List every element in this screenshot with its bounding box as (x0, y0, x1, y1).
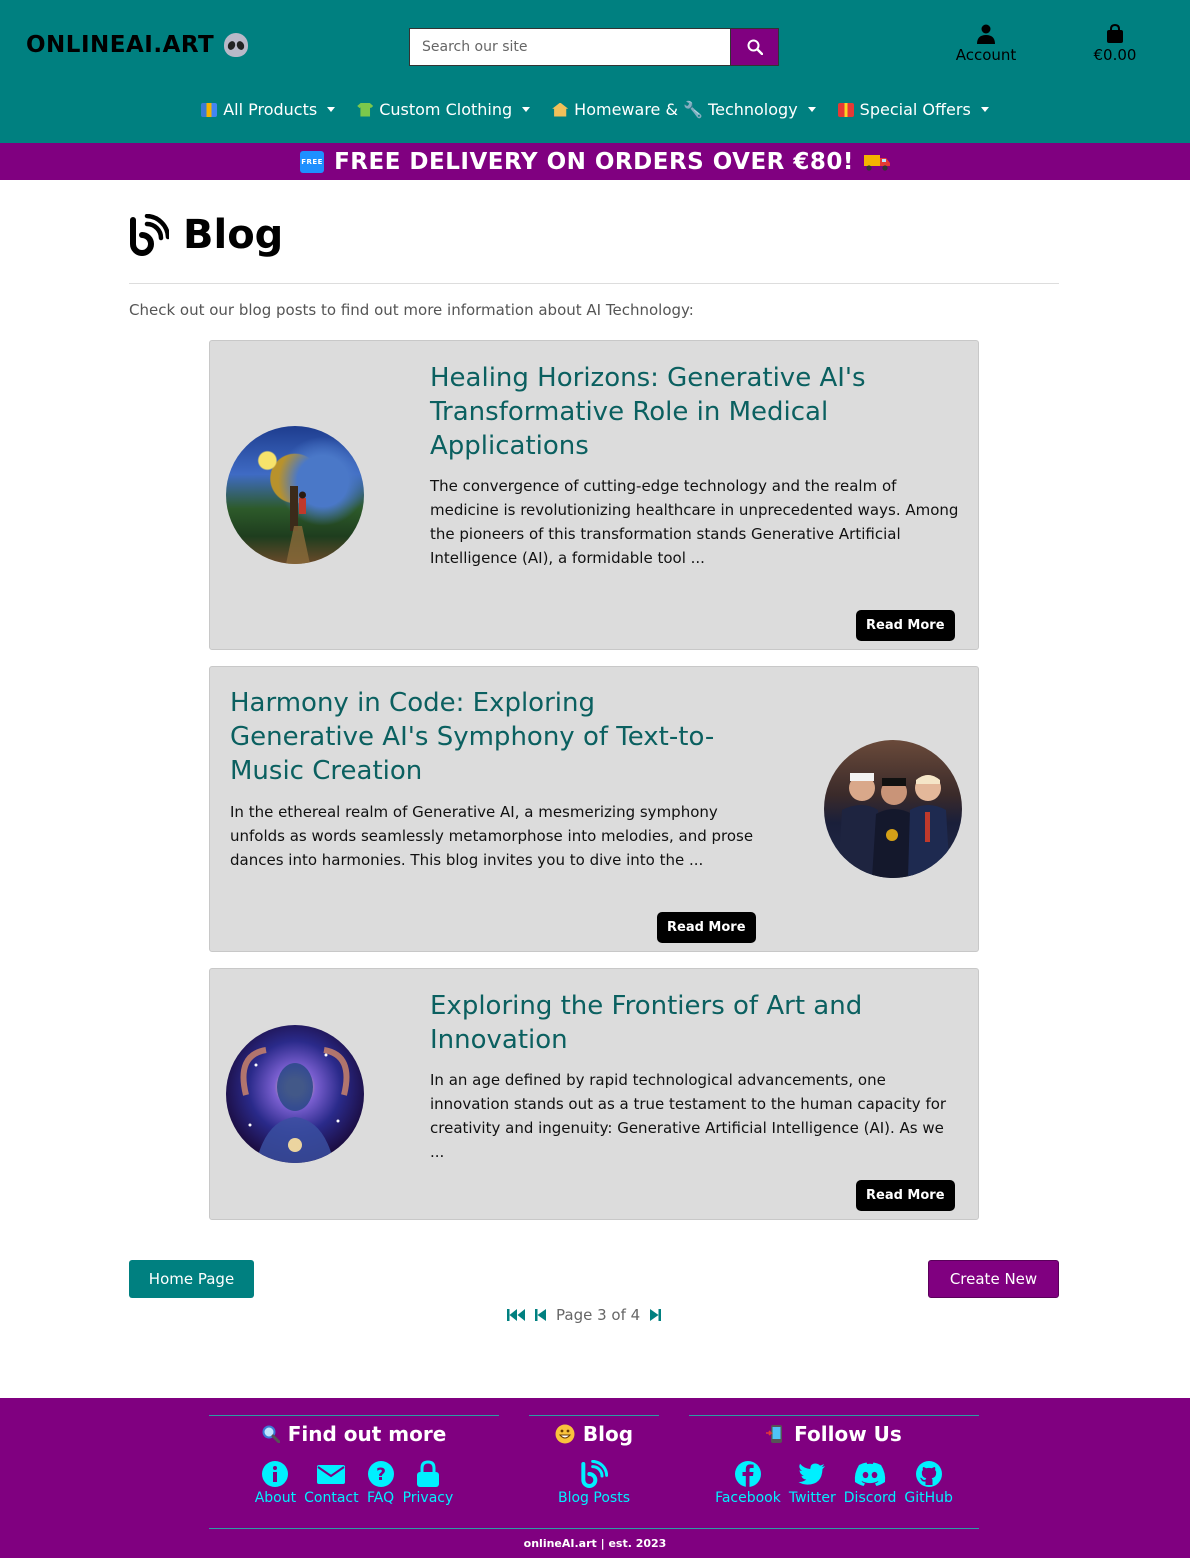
blog-post-card: Healing Horizons: Generative AI's Transf… (209, 340, 979, 650)
nav-item-homeware-technology[interactable]: Homeware & 🔧 Technology (552, 100, 816, 119)
books-icon (201, 102, 218, 117)
search-form (409, 28, 779, 66)
footer-link-twitter[interactable]: Twitter (785, 1460, 840, 1506)
post-excerpt: The convergence of cutting-edge technolo… (430, 477, 959, 567)
mobile-phone-icon (766, 1425, 783, 1443)
footer-link-about[interactable]: About (251, 1460, 300, 1506)
nav-item-label: Homeware & 🔧 Technology (574, 100, 798, 119)
twitter-icon (798, 1463, 826, 1485)
blog-icon (130, 214, 169, 256)
gift-icon (837, 102, 854, 117)
post-excerpt: In the ethereal realm of Generative AI, … (230, 803, 754, 869)
footer-links: Facebook Twitter Discord GitHub (689, 1460, 979, 1506)
footer-link-facebook[interactable]: Facebook (711, 1460, 785, 1506)
shopping-bag-icon (1107, 24, 1123, 43)
post-image-cosmic-figure[interactable] (226, 1025, 364, 1163)
delivery-truck-icon (863, 154, 890, 171)
footer-link-discord[interactable]: Discord (840, 1460, 901, 1506)
footer-link-contact[interactable]: Contact (300, 1460, 362, 1506)
blog-post-card: Harmony in Code: Exploring Generative AI… (209, 666, 979, 952)
account-label: Account (955, 46, 1017, 64)
svg-text:?: ? (376, 1465, 386, 1485)
github-icon (915, 1461, 942, 1487)
search-icon (747, 39, 763, 55)
cart-link[interactable]: €0.00 (1080, 24, 1150, 64)
create-new-button[interactable]: Create New (928, 1260, 1059, 1298)
post-image-men-in-suits[interactable] (824, 740, 962, 878)
blog-icon (581, 1460, 608, 1488)
read-more-button[interactable]: Read More (856, 1180, 955, 1211)
page-title: Blog (129, 212, 283, 258)
first-page-icon[interactable] (507, 1309, 525, 1321)
nav-item-label: All Products (223, 100, 318, 119)
account-link[interactable]: Account (945, 24, 1027, 64)
footer-link-github[interactable]: GitHub (900, 1460, 957, 1506)
read-more-button[interactable]: Read More (856, 610, 955, 641)
site-logo[interactable]: ONLINEAI.ART (26, 32, 249, 58)
site-footer: Find out more About Contact ? FAQ Privac… (0, 1398, 1190, 1558)
caret-down-icon (327, 107, 336, 112)
post-title[interactable]: Exploring the Frontiers of Art and Innov… (430, 989, 930, 1057)
discord-icon (854, 1462, 886, 1486)
cosmic-illustration (240, 1047, 350, 1163)
tshirt-icon (357, 102, 374, 117)
footer-section-blog: Blog Blog Posts (529, 1415, 659, 1506)
read-more-button[interactable]: Read More (657, 912, 756, 943)
blog-post-card: Exploring the Frontiers of Art and Innov… (209, 968, 979, 1220)
footer-section-title: Find out more (209, 1422, 499, 1446)
magnifier-icon (262, 1425, 280, 1443)
intro-text: Check out our blog posts to find out mor… (129, 301, 694, 319)
post-title[interactable]: Healing Horizons: Generative AI's Transf… (430, 361, 960, 463)
home-page-button[interactable]: Home Page (129, 1260, 254, 1298)
house-icon (552, 102, 569, 117)
tree-illustration (286, 486, 310, 564)
caret-down-icon (522, 107, 531, 112)
footer-links: Blog Posts (529, 1460, 659, 1506)
banner-text: FREE DELIVERY ON ORDERS OVER €80! (334, 148, 854, 175)
nav-item-all-products[interactable]: All Products (201, 100, 336, 119)
free-delivery-banner: FREE FREE DELIVERY ON ORDERS OVER €80! (0, 143, 1190, 180)
caret-down-icon (807, 107, 816, 112)
question-icon: ? (367, 1461, 394, 1487)
page-title-text: Blog (183, 212, 284, 258)
grin-icon (555, 1424, 575, 1444)
footer-section-title: Blog (529, 1422, 659, 1446)
nav-item-label: Custom Clothing (379, 100, 513, 119)
info-icon (262, 1461, 289, 1487)
footer-section-find-out-more: Find out more About Contact ? FAQ Privac… (209, 1415, 499, 1506)
footer-divider (209, 1528, 979, 1529)
nav-item-special-offers[interactable]: Special Offers (837, 100, 989, 119)
logo-text[interactable]: ONLINEAI.ART (26, 32, 214, 58)
men-illustration (838, 773, 950, 878)
nav-item-label: Special Offers (859, 100, 971, 119)
next-page-icon[interactable] (650, 1309, 662, 1321)
user-icon (977, 24, 995, 44)
site-header: ONLINEAI.ART Account €0.00 All Products (0, 0, 1190, 143)
copyright-text: onlineAI.art | est. 2023 (523, 1537, 667, 1550)
post-image-tree[interactable] (226, 426, 364, 564)
pagination: Page 3 of 4 (507, 1306, 662, 1324)
facebook-icon (734, 1461, 761, 1487)
free-badge-icon: FREE (300, 150, 325, 173)
envelope-icon (317, 1465, 346, 1484)
cart-total: €0.00 (1093, 46, 1137, 64)
footer-section-title: Follow Us (689, 1422, 979, 1446)
lock-icon (416, 1460, 439, 1487)
alien-icon (224, 33, 249, 57)
post-title[interactable]: Harmony in Code: Exploring Generative AI… (230, 686, 730, 788)
search-input[interactable] (409, 28, 730, 66)
footer-section-follow-us: Follow Us Facebook Twitter Discord GitHu… (689, 1415, 979, 1506)
post-excerpt: In an age defined by rapid technological… (430, 1071, 947, 1161)
search-button[interactable] (730, 28, 779, 66)
footer-link-blog-posts[interactable]: Blog Posts (554, 1460, 634, 1506)
caret-down-icon (980, 107, 989, 112)
page-indicator: Page 3 of 4 (556, 1306, 641, 1324)
nav-item-custom-clothing[interactable]: Custom Clothing (357, 100, 531, 119)
previous-page-icon[interactable] (535, 1309, 546, 1321)
main-nav: All Products Custom Clothing Homeware & … (0, 100, 1190, 119)
divider (129, 283, 1059, 284)
footer-link-faq[interactable]: ? FAQ (363, 1460, 399, 1506)
footer-links: About Contact ? FAQ Privacy (209, 1460, 499, 1506)
footer-link-privacy[interactable]: Privacy (399, 1460, 458, 1506)
